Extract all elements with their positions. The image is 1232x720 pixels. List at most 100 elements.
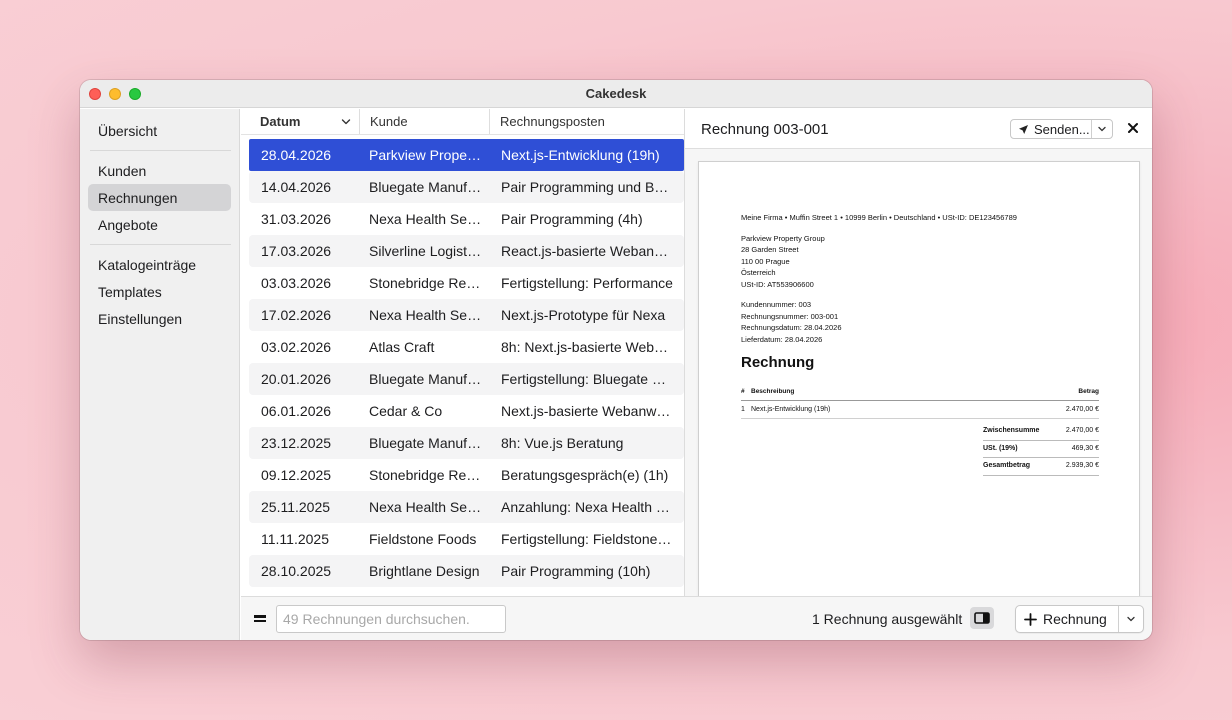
- sidebar-item-einstellungen[interactable]: Einstellungen: [88, 305, 231, 332]
- sidebar-item-kunden[interactable]: Kunden: [88, 157, 231, 184]
- invoice-preview-panel: Rechnung 003-001 Senden... Meine Firma •…: [684, 109, 1152, 601]
- subtotal-row: Zwischensumme 2.470,00 €: [983, 423, 1099, 441]
- sidebar-divider: [90, 244, 231, 245]
- cell-customer: Cedar & Co: [369, 403, 443, 419]
- new-invoice-button-group: Rechnung: [1015, 605, 1144, 633]
- column-header-kunde[interactable]: Kunde: [359, 109, 489, 134]
- cell-customer: Fieldstone Foods: [369, 531, 477, 547]
- chevron-down-icon: [1098, 126, 1106, 132]
- invoice-search-input[interactable]: [276, 605, 506, 633]
- table-row[interactable]: 17.02.2026 Nexa Health Services Next.js-Pr…: [249, 299, 684, 331]
- recipient-line: Österreich: [741, 268, 776, 277]
- cell-item: Beratungsgespräch(e) (1h): [501, 467, 669, 483]
- tax-value: 469,30 €: [1071, 444, 1099, 452]
- cell-item: Next.js-Prototype für Nexa: [501, 307, 666, 323]
- cell-item: Fertigstellung: Fieldstone Shop: [501, 531, 679, 547]
- table-row[interactable]: 09.12.2025 Stonebridge Retail Beratungsges…: [249, 459, 684, 491]
- cell-customer: Bluegate Manufacturing: [369, 435, 489, 451]
- cell-date: 28.10.2025: [261, 563, 332, 579]
- header-description: Beschreibung: [751, 388, 795, 395]
- cell-customer: Silverline Logistics: [369, 243, 485, 259]
- line-amount: 2.470,00 €: [1065, 405, 1099, 413]
- plus-icon: [1024, 612, 1037, 626]
- table-row[interactable]: 17.03.2026 Silverline Logistics React.js-b…: [249, 235, 684, 267]
- cell-customer: Nexa Health Services: [369, 211, 489, 227]
- cell-item: Pair Programming (4h): [501, 211, 643, 227]
- new-invoice-button[interactable]: Rechnung: [1016, 606, 1120, 632]
- table-row[interactable]: 03.03.2026 Stonebridge Retail Fertigstellu…: [249, 267, 684, 299]
- cell-date: 17.03.2026: [261, 243, 332, 259]
- cell-item: Next.js-basierte Webanwendung: [501, 403, 679, 419]
- send-button[interactable]: Senden...: [1010, 119, 1113, 139]
- cell-customer: Bluegate Manufacturing: [369, 179, 489, 195]
- table-row[interactable]: 03.02.2026 Atlas Craft 8h: Next.js-basiert…: [249, 331, 684, 363]
- header-amount: Betrag: [1078, 388, 1099, 395]
- cell-item: Fertigstellung: Performance: [501, 275, 673, 291]
- table-row[interactable]: 11.11.2025 Fieldstone Foods Fertigstellung…: [249, 523, 684, 555]
- sidebar-item-rechnungen[interactable]: Rechnungen: [88, 184, 231, 211]
- column-header-datum[interactable]: Datum: [241, 109, 359, 134]
- cell-item: Pair Programming und Beratung: [501, 179, 679, 195]
- new-invoice-options-button[interactable]: [1119, 614, 1143, 624]
- table-row[interactable]: 28.10.2025 Brightlane Design Pair Programm…: [249, 555, 684, 587]
- close-window-button[interactable]: [89, 88, 101, 100]
- invoice-list: Datum Kunde Rechnungsposten 28.04.2026 Pa…: [241, 109, 684, 596]
- minimize-window-button[interactable]: [109, 88, 121, 100]
- cell-customer: Nexa Health Services: [369, 307, 489, 323]
- list-rows: 28.04.2026 Parkview Property Group Next.js…: [241, 135, 684, 587]
- send-options-button[interactable]: [1092, 124, 1112, 134]
- cell-customer: Stonebridge Retail: [369, 467, 485, 483]
- table-row[interactable]: 23.12.2025 Bluegate Manufacturing 8h: Vue.…: [249, 427, 684, 459]
- cell-date: 17.02.2026: [261, 307, 332, 323]
- recipient-line: 110 00 Prague: [741, 256, 790, 266]
- table-row[interactable]: 31.03.2026 Nexa Health Services Pair Progr…: [249, 203, 684, 235]
- subtotal-value: 2.470,00 €: [1065, 427, 1099, 434]
- list-header: Datum Kunde Rechnungsposten: [241, 109, 684, 135]
- paper-plane-icon: [1019, 124, 1028, 134]
- subtotal-label: Zwischensumme: [983, 427, 1040, 434]
- table-row[interactable]: 28.04.2026 Parkview Property Group Next.js…: [249, 139, 684, 171]
- meta-line: Rechnungsnummer: 003-001: [741, 311, 839, 321]
- cell-customer: Brightlane Design: [369, 563, 480, 579]
- cell-date: 28.04.2026: [261, 147, 332, 163]
- column-header-rechnungsposten[interactable]: Rechnungsposten: [489, 109, 674, 134]
- line-num: 1: [741, 405, 745, 413]
- table-row[interactable]: 25.11.2025 Nexa Health Services Anzahlung:…: [249, 491, 684, 523]
- preview-title: Rechnung 003-001: [701, 121, 829, 138]
- toggle-preview-button[interactable]: [970, 607, 994, 629]
- sidebar-item-uebersicht[interactable]: Übersicht: [88, 117, 231, 144]
- cell-item: Fertigstellung: Bluegate Portal: [501, 371, 679, 387]
- sidebar-item-templates[interactable]: Templates: [88, 278, 231, 305]
- chevron-down-icon: [1127, 616, 1135, 622]
- cell-date: 20.01.2026: [261, 371, 332, 387]
- zoom-window-button[interactable]: [129, 88, 141, 100]
- invoice-heading: Rechnung: [741, 354, 815, 371]
- tax-row: USt. (19%) 469,30 €: [983, 441, 1099, 458]
- sidebar-item-angebote[interactable]: Angebote: [88, 211, 231, 238]
- filter-menu-icon[interactable]: [254, 615, 266, 624]
- cell-customer: Atlas Craft: [369, 339, 435, 355]
- send-button-main[interactable]: Senden...: [1011, 120, 1093, 138]
- recipient-line: USt-ID: AT553906600: [741, 279, 814, 289]
- cell-date: 06.01.2026: [261, 403, 332, 419]
- line-items-header: # Beschreibung Betrag: [741, 386, 1099, 401]
- cell-item: React.js-basierte Webanwendung: [501, 243, 679, 259]
- close-icon[interactable]: [1127, 122, 1139, 134]
- sidebar: Übersicht Kunden Rechnungen Angebote Kat…: [80, 109, 240, 640]
- sidebar-item-katalogeintraege[interactable]: Katalogeinträge: [88, 251, 231, 278]
- cell-date: 09.12.2025: [261, 467, 332, 483]
- table-row[interactable]: 06.01.2026 Cedar & Co Next.js-basierte Web…: [249, 395, 684, 427]
- table-row[interactable]: 20.01.2026 Bluegate Manufacturing Fertigst…: [249, 363, 684, 395]
- recipient-address: Parkview Property Group 28 Garden Street…: [741, 233, 1099, 291]
- app-window: Cakedesk Übersicht Kunden Rechnungen Ang…: [80, 80, 1152, 640]
- cell-item: 8h: Next.js-basierte Webanwendung: [501, 339, 679, 355]
- line-item-row: 1 Next.js-Entwicklung (19h) 2.470,00 €: [741, 401, 1099, 419]
- sidebar-divider: [90, 150, 231, 151]
- title-bar: Cakedesk: [80, 80, 1152, 108]
- table-row[interactable]: 14.04.2026 Bluegate Manufacturing Pair Pro…: [249, 171, 684, 203]
- cell-customer: Nexa Health Services: [369, 499, 489, 515]
- total-value: 2.939,30 €: [1065, 462, 1099, 469]
- bottom-toolbar: 1 Rechnung ausgewählt Rechnung: [241, 596, 1152, 640]
- selection-status: 1 Rechnung ausgewählt: [812, 611, 963, 627]
- invoice-meta: Kundennummer: 003 Rechnungsnummer: 003-0…: [741, 299, 1099, 345]
